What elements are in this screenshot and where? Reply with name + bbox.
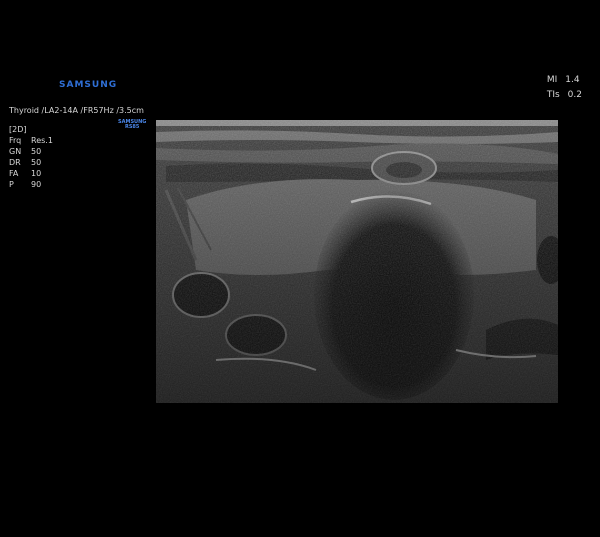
tis-row: TIs 0.2 bbox=[547, 88, 582, 103]
param-row: P 90 bbox=[9, 179, 53, 190]
param-row: DR 50 bbox=[9, 157, 53, 168]
param-key: Frq bbox=[9, 136, 22, 145]
param-key: FA bbox=[9, 169, 19, 178]
tis-value: 0.2 bbox=[567, 90, 582, 100]
mi-label: MI bbox=[546, 75, 558, 85]
ultrasound-image[interactable] bbox=[156, 120, 558, 403]
param-key: DR bbox=[9, 158, 21, 167]
mi-row: MI 1.4 bbox=[547, 73, 582, 88]
param-row: FA 10 bbox=[9, 168, 53, 179]
param-value: 90 bbox=[31, 180, 42, 189]
tis-label: TIs bbox=[546, 90, 560, 100]
safety-indices: MI 1.4 TIs 0.2 bbox=[547, 73, 582, 103]
mi-value: 1.4 bbox=[565, 75, 580, 85]
mode-label: [2D] bbox=[9, 125, 27, 134]
ultrasound-scan bbox=[156, 120, 558, 403]
param-row: Frq Res.1 bbox=[9, 135, 53, 146]
param-value: 50 bbox=[31, 147, 42, 156]
model-logo: SAMSUNG RS85 bbox=[118, 120, 146, 130]
param-key: P bbox=[9, 180, 14, 189]
imaging-parameters: [2D] Frq Res.1 GN 50 DR 50 FA 10 P 90 bbox=[9, 124, 53, 190]
param-value: Res.1 bbox=[31, 136, 53, 145]
param-value: 10 bbox=[31, 169, 42, 178]
param-value: 50 bbox=[31, 158, 42, 167]
model-logo-model: RS85 bbox=[124, 124, 140, 130]
param-row: GN 50 bbox=[9, 146, 53, 157]
brand-logo: SAMSUNG bbox=[59, 80, 118, 90]
param-key: GN bbox=[9, 147, 22, 156]
preset-info: Thyroid /LA2-14A /FR57Hz /3.5cm bbox=[9, 106, 144, 115]
